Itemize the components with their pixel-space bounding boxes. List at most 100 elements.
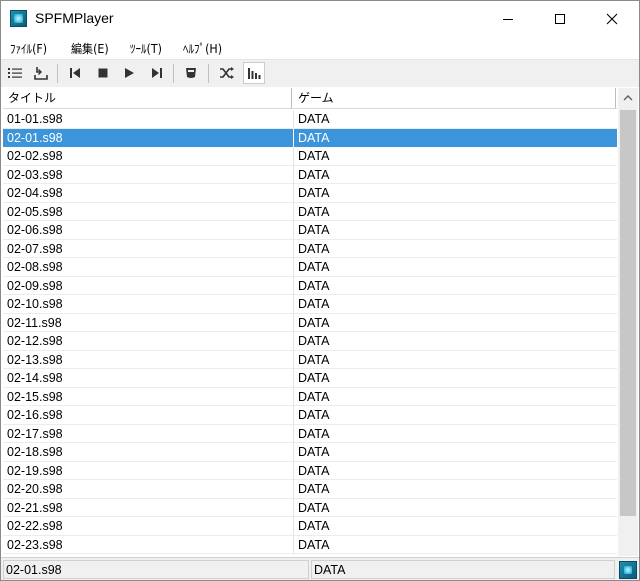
row-game-cell: DATA xyxy=(298,426,330,441)
row-title-cell: 02-23.s98 xyxy=(7,537,63,552)
column-header-title[interactable]: タイトル xyxy=(3,88,292,108)
device-button[interactable] xyxy=(180,62,202,84)
table-row[interactable]: 02-17.s98 DATA xyxy=(3,424,617,443)
play-icon xyxy=(125,68,134,78)
table-row[interactable]: 02-06.s98 DATA xyxy=(3,221,617,240)
maximize-button[interactable] xyxy=(537,1,583,37)
column-divider xyxy=(293,517,294,535)
row-game-cell: DATA xyxy=(298,315,330,330)
vertical-scrollbar[interactable] xyxy=(618,88,638,556)
status-app-icon xyxy=(619,561,637,579)
row-game-cell: DATA xyxy=(298,408,330,422)
table-row[interactable]: 02-12.s98 DATA xyxy=(3,332,617,351)
table-row[interactable]: 02-14.s98 DATA xyxy=(3,369,617,388)
minimize-button[interactable] xyxy=(485,1,531,37)
row-title-cell: 02-07.s98 xyxy=(7,241,63,256)
load-icon xyxy=(34,67,48,80)
row-game-cell: DATA xyxy=(298,186,330,200)
row-game-cell: DATA xyxy=(298,260,330,274)
row-game-cell: DATA xyxy=(298,241,330,256)
table-row[interactable]: 02-09.s98 DATA xyxy=(3,276,617,295)
toolbar-separator xyxy=(208,64,209,83)
row-title-cell: 02-22.s98 xyxy=(7,519,63,533)
row-title-cell: 02-18.s98 xyxy=(7,445,63,459)
table-row[interactable]: 02-02.s98 DATA xyxy=(3,147,617,166)
playlist-icon xyxy=(8,68,22,78)
table-row[interactable]: 02-10.s98 DATA xyxy=(3,295,617,314)
row-title-cell: 02-16.s98 xyxy=(7,408,63,422)
spectrum-button[interactable] xyxy=(243,62,265,84)
spectrum-icon xyxy=(248,68,261,79)
status-bar: 02-01.s98 DATA xyxy=(1,557,639,580)
row-game-cell: DATA xyxy=(298,223,330,237)
shuffle-icon xyxy=(220,67,234,79)
column-divider xyxy=(293,369,294,387)
row-game-cell: DATA xyxy=(298,371,330,385)
column-divider xyxy=(293,498,294,517)
scroll-up-button[interactable] xyxy=(618,88,638,108)
playlist-button[interactable] xyxy=(4,62,26,84)
table-row[interactable]: 02-21.s98 DATA xyxy=(3,498,617,517)
stop-button[interactable] xyxy=(92,62,114,84)
column-divider xyxy=(293,387,294,406)
row-title-cell: 02-01.s98 xyxy=(7,130,63,145)
row-title-cell: 02-20.s98 xyxy=(7,482,63,496)
column-divider xyxy=(293,313,294,332)
column-divider xyxy=(293,332,294,350)
table-row[interactable]: 02-03.s98 DATA xyxy=(3,165,617,184)
spfm-app-icon[interactable] xyxy=(10,10,27,27)
row-title-cell: 02-12.s98 xyxy=(7,334,63,348)
row-title-cell: 02-15.s98 xyxy=(7,389,63,404)
row-title-cell: 02-10.s98 xyxy=(7,297,63,311)
load-button[interactable] xyxy=(30,62,52,84)
table-row[interactable]: 02-23.s98 DATA xyxy=(3,535,617,554)
column-divider xyxy=(293,202,294,221)
table-row[interactable]: 02-01.s98 DATA xyxy=(3,128,617,147)
table-row[interactable]: 02-05.s98 DATA xyxy=(3,202,617,221)
menu-edit[interactable]: 編集(E) xyxy=(71,40,109,57)
column-divider xyxy=(293,147,294,165)
status-current-game: DATA xyxy=(311,560,615,579)
table-row[interactable]: 02-15.s98 DATA xyxy=(3,387,617,406)
previous-button[interactable] xyxy=(64,62,86,84)
close-icon xyxy=(606,13,618,25)
row-title-cell: 02-09.s98 xyxy=(7,278,63,293)
title-bar[interactable]: SPFMPlayer xyxy=(1,1,639,37)
table-row[interactable]: 02-19.s98 DATA xyxy=(3,461,617,480)
scroll-thumb[interactable] xyxy=(620,110,636,516)
column-divider xyxy=(293,461,294,480)
column-divider xyxy=(293,276,294,295)
minimize-icon xyxy=(503,19,513,20)
next-button[interactable] xyxy=(146,62,168,84)
column-divider xyxy=(293,239,294,258)
column-divider xyxy=(293,258,294,276)
table-row[interactable]: 02-16.s98 DATA xyxy=(3,406,617,425)
table-row[interactable]: 02-22.s98 DATA xyxy=(3,517,617,536)
row-title-cell: 02-03.s98 xyxy=(7,167,63,182)
table-row[interactable]: 02-18.s98 DATA xyxy=(3,443,617,462)
maximize-icon xyxy=(555,14,565,24)
row-game-cell: DATA xyxy=(298,278,330,293)
menu-file[interactable]: ﾌｧｲﾙ(F) xyxy=(10,40,47,57)
table-row[interactable]: 02-08.s98 DATA xyxy=(3,258,617,277)
column-divider xyxy=(293,406,294,424)
table-row[interactable]: 01-01.s98 DATA xyxy=(3,110,617,129)
track-list[interactable]: 01-01.s98 DATA 02-01.s98 DATA 02-02.s98 DATA 0… xyxy=(3,110,617,556)
row-game-cell: DATA xyxy=(298,537,330,552)
table-row[interactable]: 02-07.s98 DATA xyxy=(3,239,617,258)
column-divider xyxy=(293,128,294,147)
table-row[interactable]: 02-11.s98 DATA xyxy=(3,313,617,332)
close-button[interactable] xyxy=(589,1,635,37)
toolbar xyxy=(1,59,639,87)
table-row[interactable]: 02-20.s98 DATA xyxy=(3,480,617,499)
column-header-game[interactable]: ゲーム xyxy=(293,88,616,108)
menu-tools[interactable]: ﾂｰﾙ(T) xyxy=(130,40,162,57)
table-row[interactable]: 02-13.s98 DATA xyxy=(3,350,617,369)
column-divider xyxy=(293,350,294,369)
shuffle-button[interactable] xyxy=(216,62,238,84)
menu-help[interactable]: ﾍﾙﾌﾟ(H) xyxy=(183,40,222,57)
column-divider xyxy=(293,443,294,461)
play-button[interactable] xyxy=(118,62,140,84)
table-row[interactable]: 02-04.s98 DATA xyxy=(3,184,617,203)
row-title-cell: 02-11.s98 xyxy=(7,315,62,330)
